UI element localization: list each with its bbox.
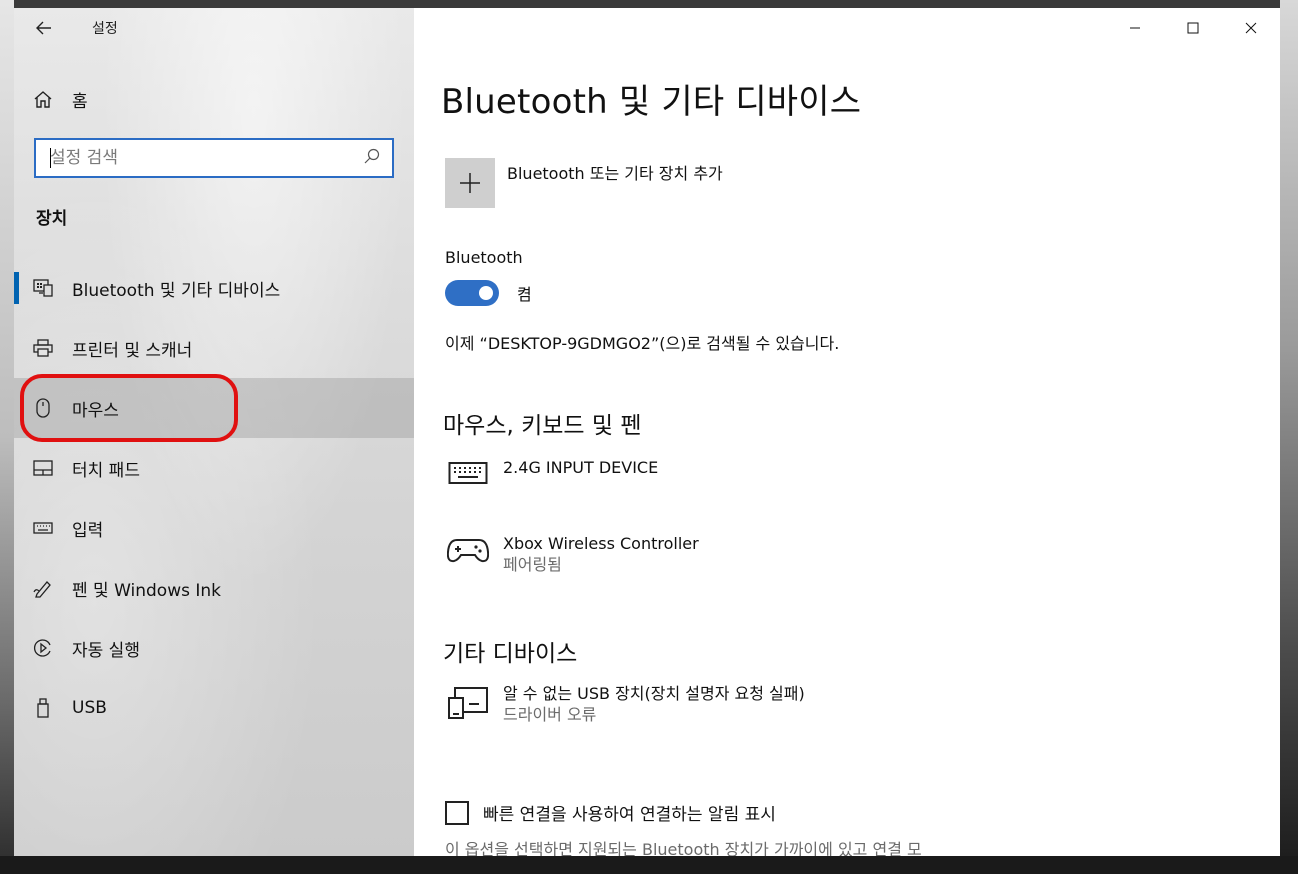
add-tile[interactable] — [445, 158, 495, 208]
settings-window: 설정 홈 장치 — [14, 8, 1280, 856]
minimize-button[interactable] — [1106, 8, 1164, 48]
other-devices-title: 기타 디바이스 — [443, 641, 578, 667]
bluetooth-devices-icon — [14, 279, 72, 297]
bluetooth-label: Bluetooth — [445, 248, 523, 267]
sidebar-item-label: Bluetooth 및 기타 디바이스 — [72, 280, 281, 301]
section-title: 장치 — [36, 209, 68, 229]
device-status: 페어링됨 — [503, 555, 562, 574]
app-title: 설정 — [92, 21, 118, 37]
bluetooth-toggle-row: 켬 — [445, 280, 532, 306]
device-item[interactable]: Xbox Wireless Controller 페어링됨 — [445, 534, 699, 576]
device-name: 2.4G INPUT DEVICE — [503, 458, 659, 477]
device-text: 알 수 없는 USB 장치(장치 설명자 요청 실패) 드라이버 오류 — [503, 684, 805, 726]
home-icon — [14, 90, 72, 108]
page-title: Bluetooth 및 기타 디바이스 — [441, 82, 862, 122]
sidebar-item-label: 입력 — [72, 520, 104, 541]
device-name: 알 수 없는 USB 장치(장치 설명자 요청 실패) — [503, 684, 805, 703]
device-text: Xbox Wireless Controller 페어링됨 — [503, 534, 699, 576]
bluetooth-toggle[interactable] — [445, 280, 499, 306]
swift-pair-option[interactable]: 빠른 연결을 사용하여 연결하는 알림 표시 — [445, 800, 776, 825]
toggle-knob — [479, 286, 493, 300]
add-device-label: Bluetooth 또는 기타 장치 추가 — [507, 164, 723, 183]
sidebar-nav: Bluetooth 및 기타 디바이스 프린터 및 스캐너 마우스 터치 패드 … — [14, 258, 414, 738]
maximize-button[interactable] — [1164, 8, 1222, 48]
printer-icon — [14, 339, 72, 357]
sidebar-item-label: USB — [72, 698, 107, 718]
desktop-background-bottom — [0, 856, 1298, 874]
device-item[interactable]: 2.4G INPUT DEVICE — [445, 458, 658, 486]
unknown-device-icon — [445, 684, 491, 720]
sidebar-item-label: 마우스 — [72, 400, 119, 421]
desktop-background-right — [1280, 0, 1298, 874]
usb-icon — [14, 698, 72, 718]
swift-pair-description: 이 옵션을 선택하면 지원되는 Bluetooth 장치가 가까이에 있고 연결… — [445, 840, 922, 856]
sidebar-item-pen[interactable]: 펜 및 Windows Ink — [14, 558, 414, 618]
swift-pair-label: 빠른 연결을 사용하여 연결하는 알림 표시 — [483, 805, 776, 825]
window-controls — [1106, 8, 1280, 48]
sidebar: 설정 홈 장치 — [14, 8, 414, 856]
add-device-button[interactable]: Bluetooth 또는 기타 장치 추가 — [445, 158, 723, 208]
sidebar-item-touchpad[interactable]: 터치 패드 — [14, 438, 414, 498]
sidebar-item-printers[interactable]: 프린터 및 스캐너 — [14, 318, 414, 378]
keyboard-icon — [445, 458, 491, 486]
close-button[interactable] — [1222, 8, 1280, 48]
sidebar-item-autoplay[interactable]: 자동 실행 — [14, 618, 414, 678]
home-label: 홈 — [72, 91, 88, 112]
mouse-keyboard-pen-title: 마우스, 키보드 및 펜 — [443, 413, 642, 439]
sidebar-item-label: 펜 및 Windows Ink — [72, 580, 222, 601]
main-content: Bluetooth 및 기타 디바이스 Bluetooth 또는 기타 장치 추… — [414, 8, 1280, 856]
device-status: 드라이버 오류 — [503, 705, 597, 724]
sidebar-item-mouse[interactable]: 마우스 — [14, 378, 414, 438]
device-text: 2.4G INPUT DEVICE — [503, 458, 658, 478]
gamepad-icon — [445, 534, 491, 564]
back-button[interactable] — [14, 8, 74, 48]
title-bar: 설정 — [14, 8, 414, 48]
plus-icon — [460, 173, 480, 193]
touchpad-icon — [14, 460, 72, 476]
device-item[interactable]: 알 수 없는 USB 장치(장치 설명자 요청 실패) 드라이버 오류 — [445, 684, 805, 726]
autoplay-icon — [14, 638, 72, 658]
home-button[interactable]: 홈 — [14, 78, 414, 120]
search-icon[interactable] — [364, 148, 380, 168]
back-arrow-icon — [36, 21, 51, 35]
text-cursor — [50, 148, 51, 168]
mouse-icon — [14, 398, 72, 418]
sidebar-item-bluetooth[interactable]: Bluetooth 및 기타 디바이스 — [14, 258, 414, 318]
sidebar-item-usb[interactable]: USB — [14, 678, 414, 738]
sidebar-item-typing[interactable]: 입력 — [14, 498, 414, 558]
search-input[interactable] — [50, 148, 350, 168]
bluetooth-state: 켬 — [517, 285, 532, 304]
maximize-icon — [1187, 22, 1199, 34]
close-icon — [1245, 22, 1257, 34]
discoverable-text: 이제 “DESKTOP-9GDMGO2”(으)로 검색될 수 있습니다. — [445, 334, 840, 353]
pen-icon — [14, 578, 72, 598]
desktop-background-left — [0, 0, 14, 874]
minimize-icon — [1130, 27, 1140, 29]
sidebar-item-label: 프린터 및 스캐너 — [72, 340, 193, 361]
search-box[interactable] — [34, 138, 394, 178]
sidebar-item-label: 터치 패드 — [72, 460, 140, 481]
sidebar-item-label: 자동 실행 — [72, 640, 140, 661]
swift-pair-checkbox[interactable] — [445, 800, 469, 825]
device-name: Xbox Wireless Controller — [503, 534, 699, 553]
keyboard-icon — [14, 522, 72, 534]
